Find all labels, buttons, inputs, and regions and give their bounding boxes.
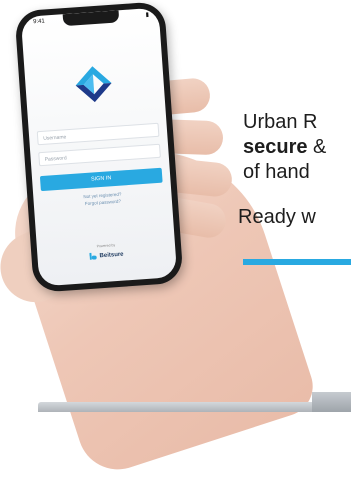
accent-divider (243, 259, 351, 265)
username-field[interactable]: Username (36, 122, 160, 146)
laptop-image (38, 402, 351, 412)
headline-line-2-rest: & (307, 136, 327, 158)
brand-mark-icon (89, 252, 97, 260)
headline-line-3: of hand (243, 161, 310, 183)
headline-line-2: secure & (243, 135, 351, 160)
password-field[interactable]: Password (38, 143, 161, 167)
headline-bold-word: secure (243, 136, 308, 158)
phone-screen: 9:41 ▮ Username Password SIGN IN Not yet… (20, 7, 178, 287)
ready-text: Ready w (238, 206, 316, 228)
laptop-edge-image (312, 392, 351, 412)
sign-in-button[interactable]: SIGN IN (39, 167, 163, 192)
battery-icon: ▮ (145, 12, 150, 19)
app-logo-icon (75, 66, 112, 103)
headline-line-1: Urban R (243, 111, 318, 133)
headline-text: Urban R secure & of hand (243, 110, 351, 185)
brand-name: Beitsure (99, 251, 124, 260)
phone-mockup: 9:41 ▮ Username Password SIGN IN Not yet… (14, 1, 184, 293)
status-time: 9:41 (32, 18, 46, 26)
